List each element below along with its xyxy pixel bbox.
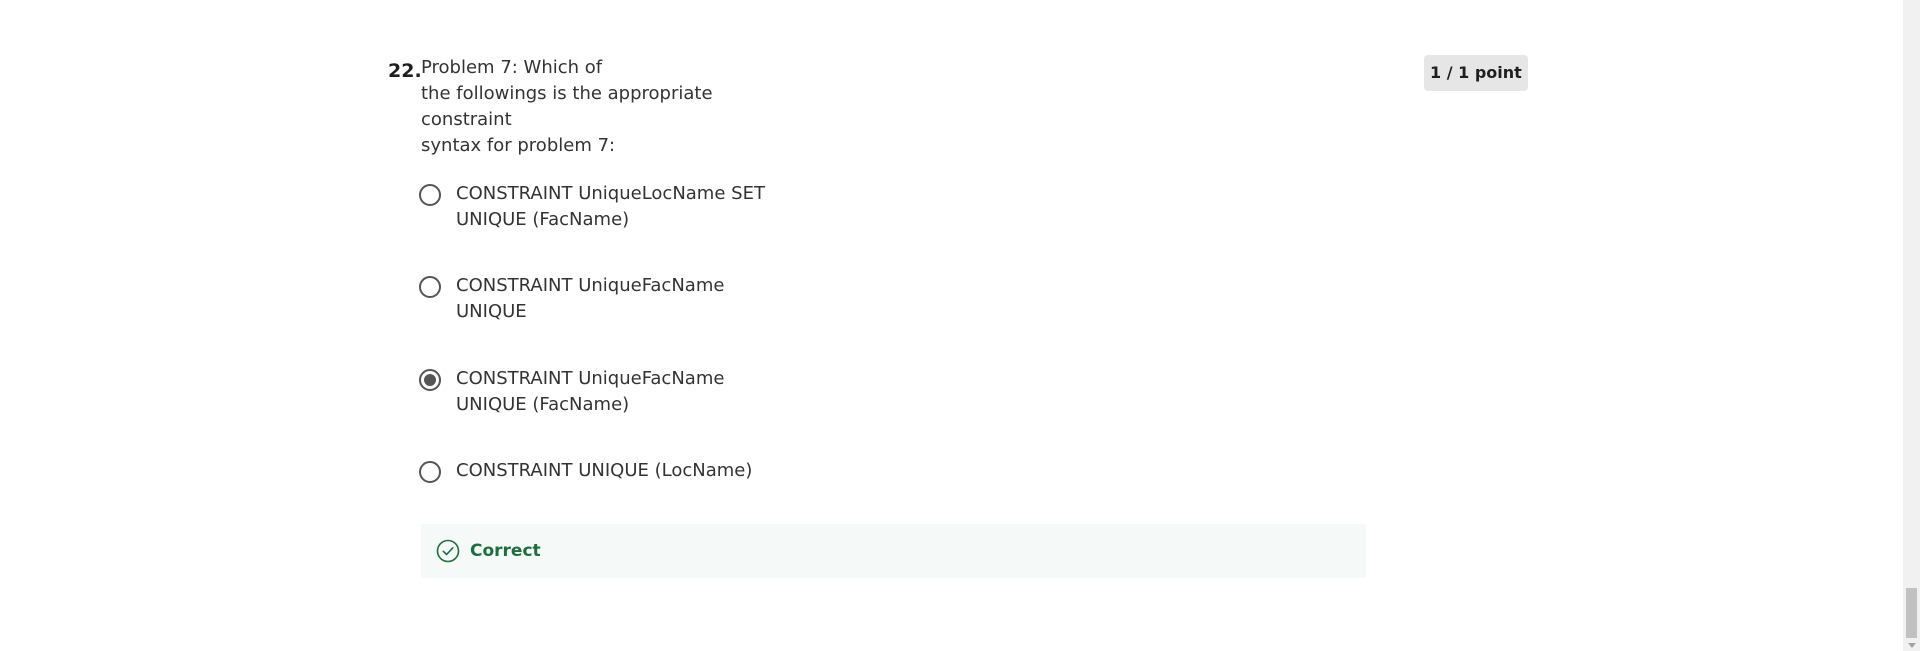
- question-number: 22.: [388, 60, 422, 82]
- option-line: UNIQUE: [456, 301, 527, 322]
- option-label: CONSTRAINT UniqueFacName UNIQUE (FacName…: [456, 366, 766, 418]
- prompt-line: syntax for problem 7:: [421, 135, 616, 156]
- prompt-line: Problem 7: Which of: [421, 57, 603, 78]
- check-circle-icon: [436, 539, 460, 563]
- feedback-label: Correct: [470, 541, 541, 561]
- option-label: CONSTRAINT UNIQUE (LocName): [456, 458, 776, 484]
- option-line: UNIQUE (FacName): [456, 209, 630, 230]
- answer-option-1[interactable]: CONSTRAINT UniqueLocName SET UNIQUE (Fac…: [419, 181, 766, 233]
- option-line: UNIQUE (FacName): [456, 394, 630, 415]
- points-badge: 1 / 1 point: [1424, 55, 1528, 91]
- radio-button-selected[interactable]: [419, 369, 441, 391]
- scroll-down-arrow-icon[interactable]: [1908, 643, 1916, 648]
- option-line: CONSTRAINT UniqueLocName SET: [456, 183, 765, 204]
- scrollbar-thumb[interactable]: [1906, 588, 1917, 638]
- option-label: CONSTRAINT UniqueLocName SET UNIQUE (Fac…: [456, 181, 766, 233]
- radio-button[interactable]: [419, 461, 441, 483]
- answer-option-3[interactable]: CONSTRAINT UniqueFacName UNIQUE (FacName…: [419, 366, 766, 418]
- answer-option-4[interactable]: CONSTRAINT UNIQUE (LocName): [419, 458, 776, 484]
- radio-button[interactable]: [419, 184, 441, 206]
- question-prompt: Problem 7: Which of the followings is th…: [421, 55, 801, 159]
- option-line: CONSTRAINT UniqueFacName: [456, 368, 725, 389]
- option-label: CONSTRAINT UniqueFacName UNIQUE: [456, 273, 766, 325]
- feedback-banner: Correct: [421, 524, 1366, 578]
- radio-button[interactable]: [419, 276, 441, 298]
- vertical-scrollbar[interactable]: [1903, 0, 1920, 651]
- answer-option-2[interactable]: CONSTRAINT UniqueFacName UNIQUE: [419, 273, 766, 325]
- prompt-line: the followings is the appropriate constr…: [421, 83, 713, 130]
- option-line: CONSTRAINT UNIQUE (LocName): [456, 460, 753, 481]
- quiz-page: 22. Problem 7: Which of the followings i…: [0, 0, 1920, 651]
- option-line: CONSTRAINT UniqueFacName: [456, 275, 725, 296]
